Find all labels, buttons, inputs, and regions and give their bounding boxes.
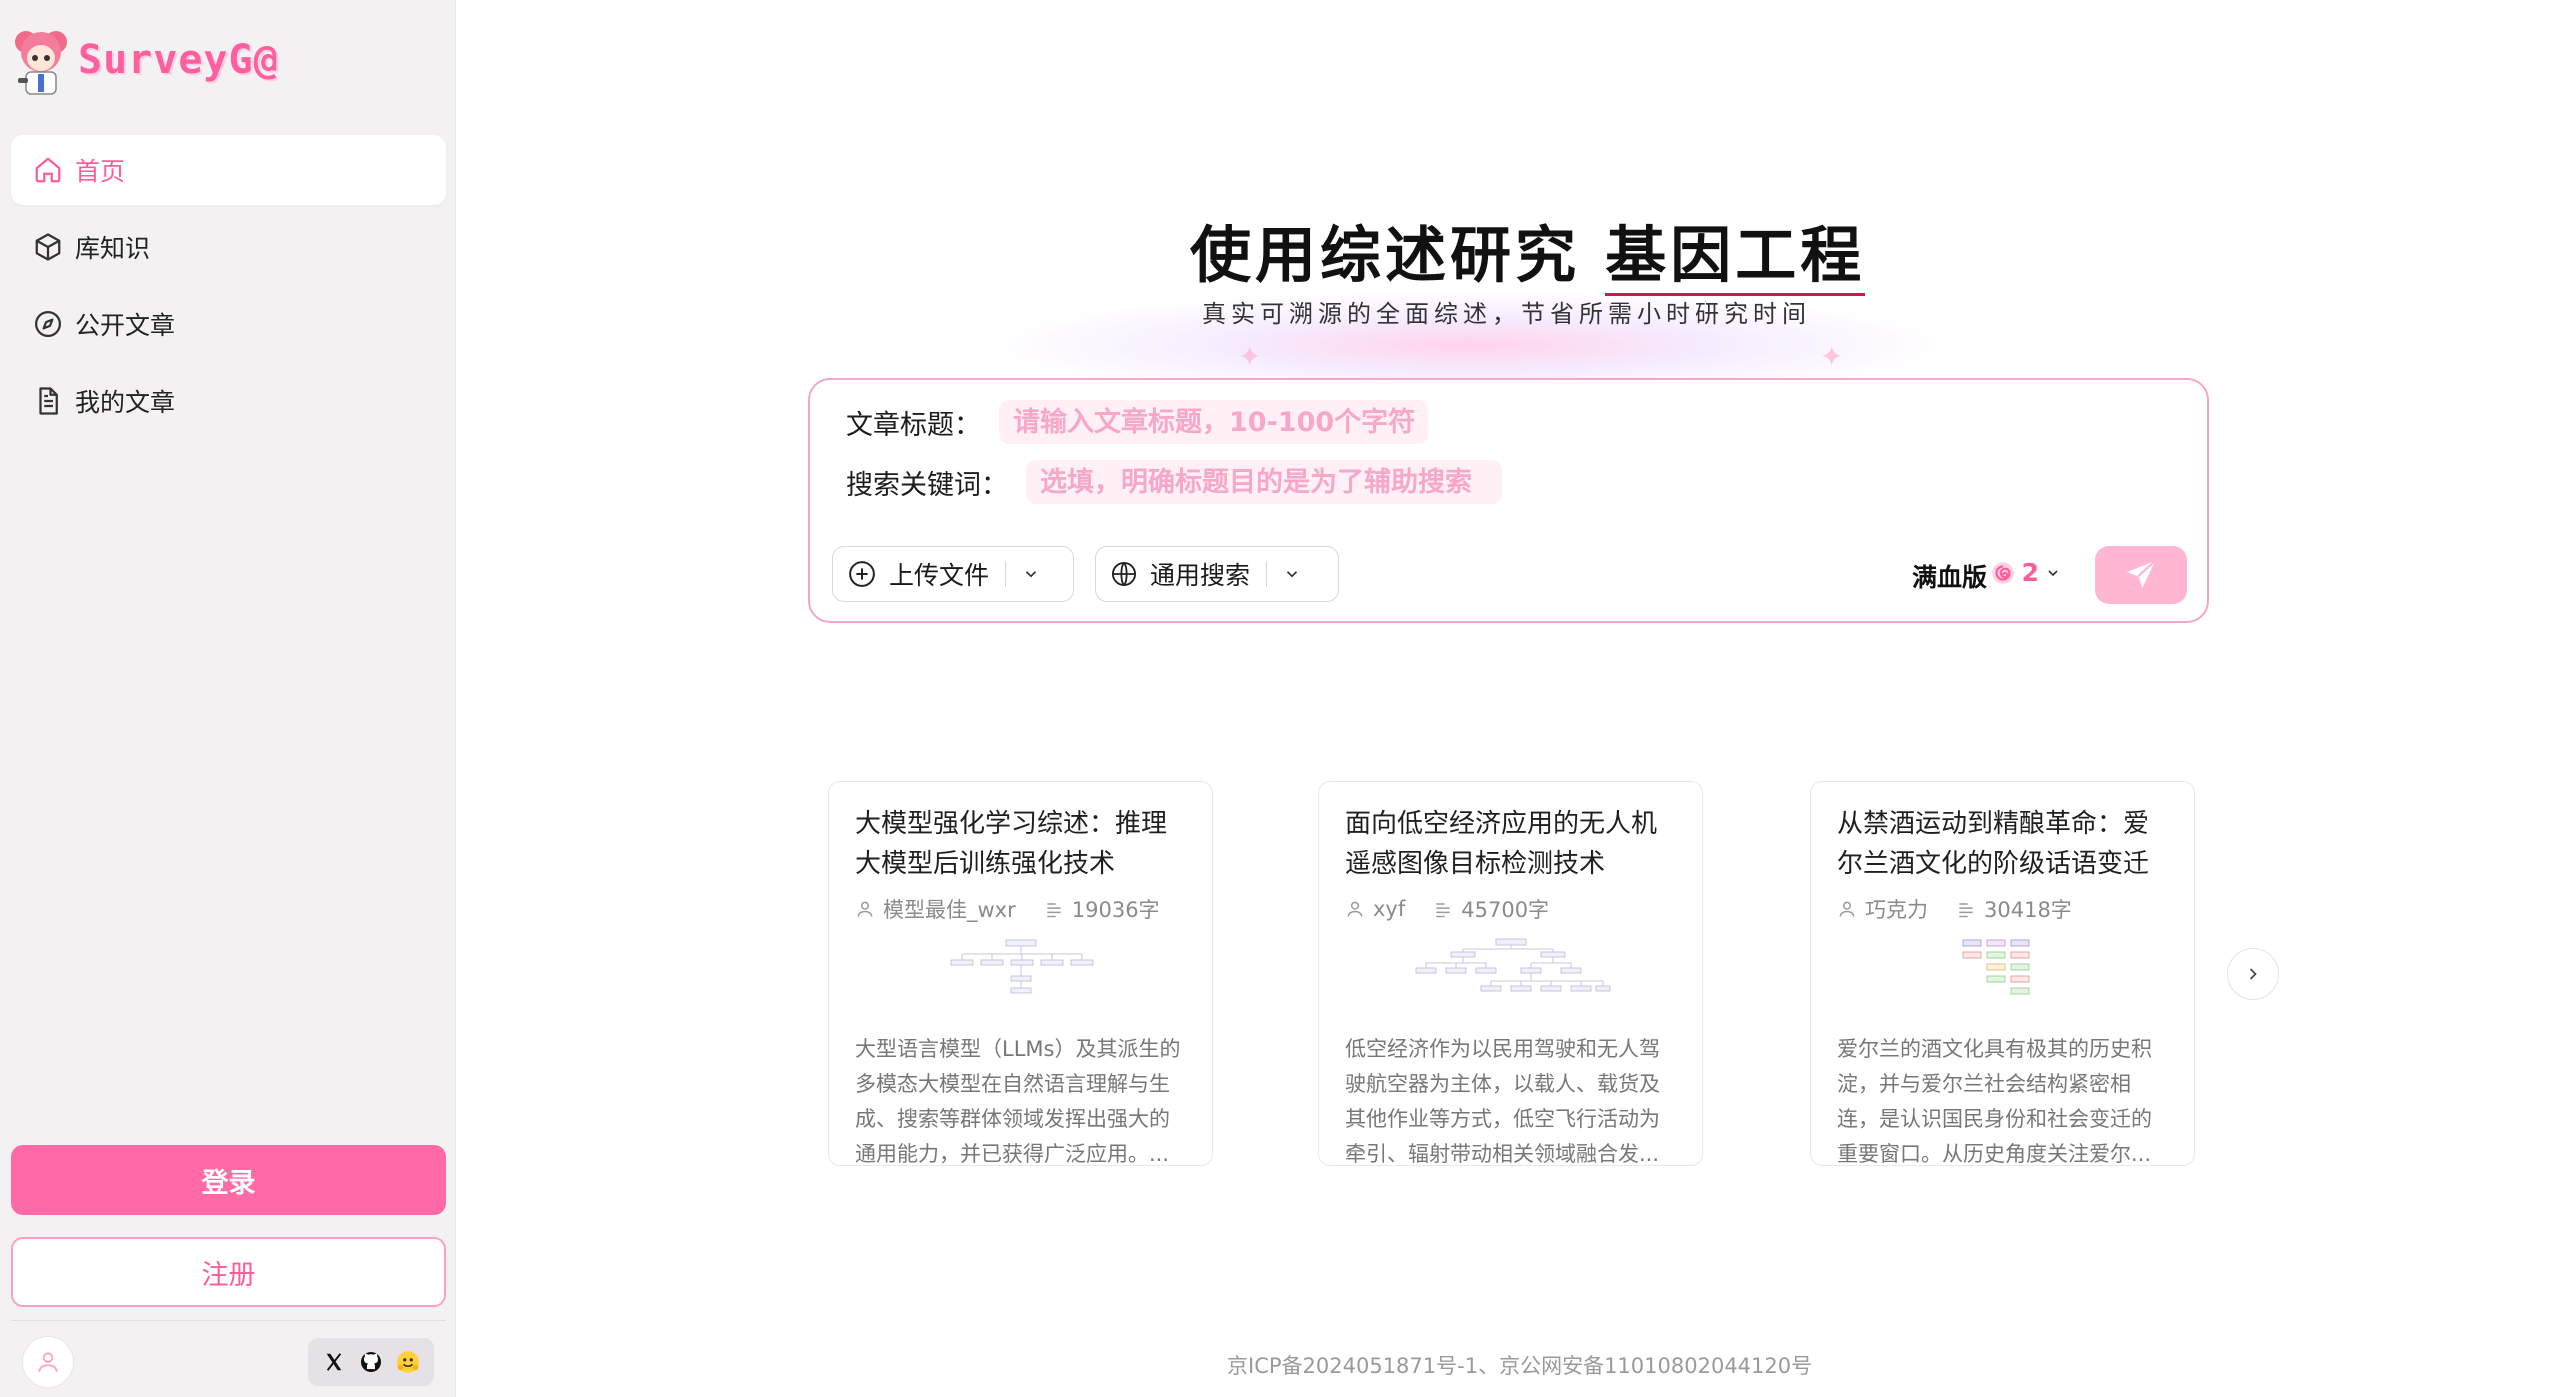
card-meta: 巧克力 30418字 [1837, 894, 2168, 924]
tree-diagram-icon [950, 939, 1093, 994]
send-button[interactable] [2095, 546, 2187, 604]
card-diagram-thumbnail [1345, 938, 1676, 1008]
sidebar-item-knowledge-base[interactable]: 库知识 [11, 212, 446, 282]
card-description: 爱尔兰的酒文化具有极其的历史积淀，并与爱尔兰社会结构紧密相连，是认识国民身份和社… [1837, 1037, 2152, 1166]
mascot-avatar-icon [15, 31, 67, 95]
upload-file-button[interactable]: 上传文件 [832, 546, 1074, 602]
card-meta: xyf 45700字 [1345, 894, 1676, 924]
article-card[interactable]: 从禁酒运动到精酿革命：爱尔兰酒文化的阶级话语变迁 巧克力 30418字 爱尔兰的… [1810, 781, 2195, 1166]
sparkle-icon: ✦ [1820, 340, 1844, 373]
home-icon [35, 157, 61, 183]
credits-selector[interactable]: 2 [1990, 558, 2061, 587]
carousel-next-button[interactable] [2227, 948, 2279, 1000]
plan-label: 满血版 [1911, 563, 1987, 592]
sidebar-item-public-articles[interactable]: 公开文章 [11, 289, 446, 359]
mind-map-icon [1962, 939, 2029, 995]
search-mode-label: 通用搜索 [1150, 561, 1251, 590]
sparkle-icon: ✦ [1238, 340, 1262, 373]
card-diagram-thumbnail [855, 938, 1186, 1008]
title-prefix: 使用综述研究 [1190, 220, 1606, 291]
upload-label: 上传文件 [889, 561, 990, 590]
footer-license-text[interactable]: 京ICP备2024051871号-1、京公网安备11010802044120号 [1227, 1350, 1812, 1380]
title-label: 文章标题： [846, 409, 981, 441]
page-title: 使用综述研究 基因工程 [1190, 205, 1866, 296]
x-icon[interactable] [319, 1347, 349, 1377]
globe-icon [1111, 561, 1137, 587]
card-word-count: 30418字 [1984, 898, 2072, 922]
github-icon[interactable] [356, 1347, 386, 1377]
page-subtitle: 真实可溯源的全面综述，节省所需小时研究时间 [1202, 300, 1811, 328]
sidebar: SurveyG@ 首页 库知识 公开文章 我的文章 登录 注册 [0, 0, 456, 1397]
sidebar-item-home[interactable]: 首页 [11, 135, 446, 205]
text-lines-icon [1436, 903, 1450, 918]
search-mode-select[interactable]: 通用搜索 [1095, 546, 1339, 602]
sidebar-item-label: 首页 [75, 157, 126, 186]
card-description: 低空经济作为以民用驾驶和无人驾驶航空器为主体，以载人、载货及其他作业等方式，低空… [1345, 1037, 1660, 1166]
card-title: 面向低空经济应用的无人机遥感图像目标检测技术 [1345, 809, 1658, 879]
sidebar-nav: 首页 库知识 公开文章 我的文章 [11, 135, 446, 443]
keywords-label: 搜索关键词： [846, 469, 1008, 501]
title-keyword: 基因工程 [1605, 220, 1866, 296]
register-button[interactable]: 注册 [11, 1237, 446, 1307]
keywords-input[interactable] [1026, 460, 1502, 504]
text-lines-icon [1047, 903, 1061, 918]
title-field-row: 文章标题： [846, 400, 1428, 444]
cube-icon [35, 233, 61, 261]
survey-input-panel: 文章标题： 搜索关键词： 上传文件 通用搜索 满血版 2 [808, 378, 2209, 623]
plus-circle-icon [849, 561, 875, 587]
user-icon [1839, 901, 1855, 917]
tree-diagram-icon [1415, 938, 1610, 992]
avatar[interactable] [22, 1336, 74, 1388]
sidebar-item-label: 我的文章 [75, 388, 176, 417]
text-lines-icon [1959, 903, 1973, 918]
logo-text: SurveyG@ [78, 37, 279, 83]
app-root: SurveyG@ 首页 库知识 公开文章 我的文章 登录 注册 ✦ ✦ 使用综述… [0, 0, 2561, 1397]
chevron-down-icon [2048, 569, 2058, 576]
document-icon [39, 387, 58, 415]
user-icon [38, 1352, 58, 1372]
card-author: xyf [1373, 897, 1406, 921]
card-word-count: 45700字 [1461, 898, 1550, 922]
compass-icon [35, 311, 61, 337]
credits-count: 2 [2021, 558, 2039, 587]
login-button[interactable]: 登录 [11, 1145, 446, 1215]
card-author: 巧克力 [1865, 898, 1928, 922]
card-meta: 模型最佳_wxr 19036字 [855, 894, 1186, 924]
card-description: 大型语言模型（LLMs）及其派生的多模态大模型在自然语言理解与生成、搜索等群体领… [855, 1037, 1181, 1166]
chevron-right-icon [2249, 968, 2257, 980]
article-card[interactable]: 大模型强化学习综述：推理大模型后训练强化技术 模型最佳_wxr 19036字 大… [828, 781, 1213, 1166]
social-links [308, 1338, 434, 1386]
card-diagram-thumbnail [1837, 938, 2168, 1008]
keywords-field-row: 搜索关键词： [846, 460, 1502, 504]
logo[interactable]: SurveyG@ [12, 22, 279, 98]
huggingface-icon[interactable] [393, 1347, 423, 1377]
sidebar-item-my-articles[interactable]: 我的文章 [11, 366, 446, 436]
user-icon [1347, 901, 1363, 917]
card-title: 大模型强化学习综述：推理大模型后训练强化技术 [855, 809, 1168, 879]
article-card[interactable]: 面向低空经济应用的无人机遥感图像目标检测技术 xyf 45700字 低空经济作为… [1318, 781, 1703, 1166]
sidebar-item-label: 公开文章 [75, 311, 176, 340]
title-input[interactable] [999, 400, 1428, 444]
card-title: 从禁酒运动到精酿革命：爱尔兰酒文化的阶级话语变迁 [1837, 809, 2150, 879]
chevron-down-icon[interactable] [1283, 565, 1301, 583]
sidebar-divider [11, 1320, 446, 1321]
user-icon [857, 901, 873, 917]
card-author: 模型最佳_wxr [883, 898, 1016, 922]
chevron-down-icon[interactable] [1022, 565, 1040, 583]
sidebar-item-label: 库知识 [75, 234, 151, 263]
send-icon [2126, 560, 2156, 588]
card-word-count: 19036字 [1071, 898, 1160, 922]
swirl-icon [1991, 561, 2014, 584]
